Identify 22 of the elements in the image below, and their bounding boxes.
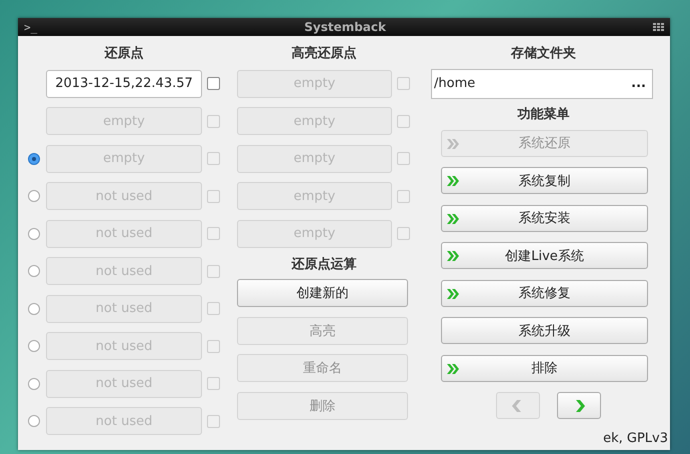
menu-button[interactable]: 系统复制 — [441, 167, 648, 194]
credits-text: ek, GPLv3 — [603, 431, 668, 446]
terminal-prompt: >_ — [24, 20, 38, 34]
browse-button[interactable]: ... — [631, 76, 646, 92]
menu-button[interactable]: 系统升级 — [441, 317, 648, 344]
grip-icon[interactable] — [653, 23, 664, 31]
section-heading: 高亮还原点 — [290, 44, 358, 63]
action-button[interactable]: 创建新的 — [237, 279, 408, 308]
section-heading: 存储文件夹 — [510, 44, 577, 63]
folder-path-field[interactable]: /home ... — [431, 68, 653, 99]
menu-button[interactable]: 系统修复 — [441, 280, 648, 307]
section-heading: 还原点 — [104, 45, 144, 63]
menu-button[interactable]: 排除 — [441, 354, 648, 382]
window-title: Systemback — [304, 20, 386, 34]
menu-button[interactable]: 系统安装 — [441, 204, 648, 232]
forward-button[interactable] — [557, 392, 601, 419]
restore-point-field[interactable]: 2013-12-15,22.43.57 — [46, 70, 202, 98]
section-heading: 功能菜单 — [516, 106, 570, 124]
menu-button[interactable]: 创建Live系统 — [441, 242, 648, 270]
checkbox[interactable] — [207, 77, 220, 90]
section-heading: 还原点运算 — [290, 256, 358, 274]
folder-path: /home — [434, 76, 476, 92]
